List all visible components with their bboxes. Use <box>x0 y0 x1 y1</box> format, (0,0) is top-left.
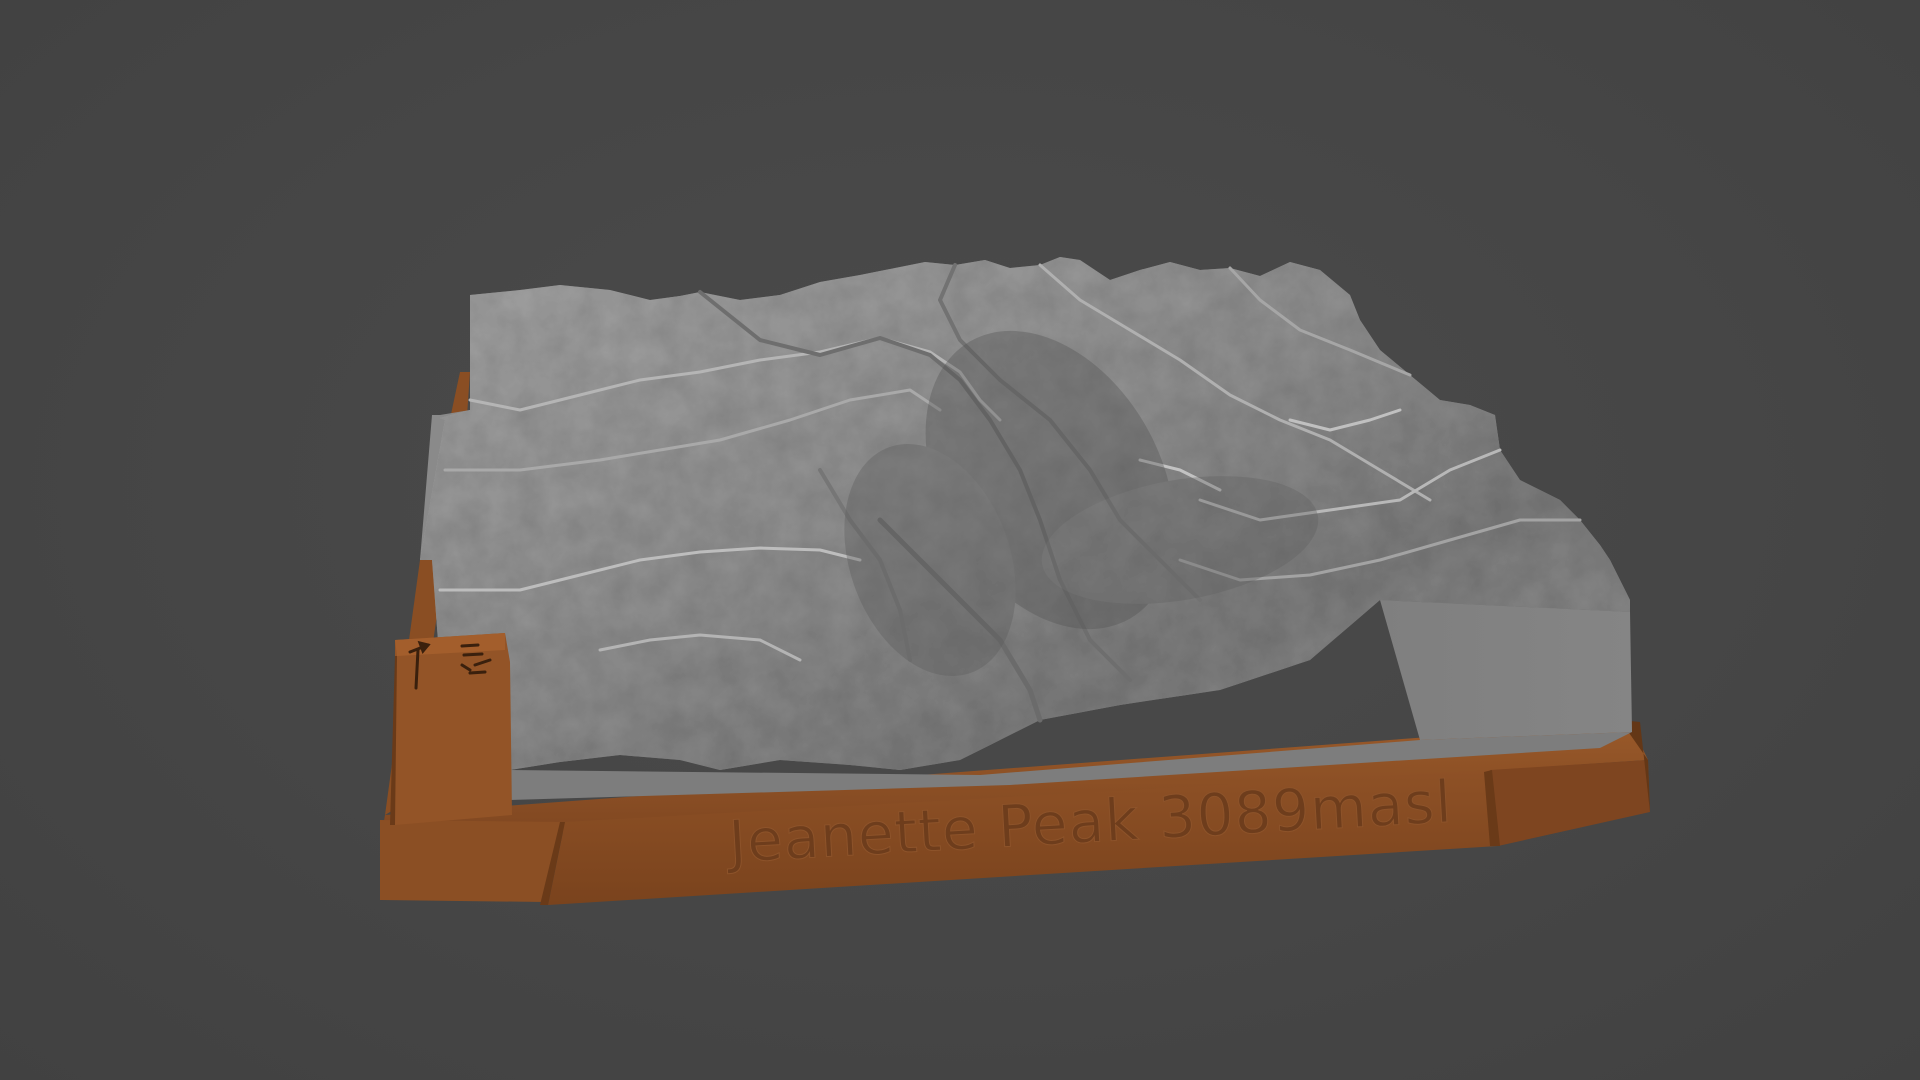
terrain-model-scene: Jeanette Peak 3089masl <box>380 257 1650 905</box>
3d-viewport[interactable]: Jeanette Peak 3089masl <box>0 0 1920 1080</box>
corner-marker-block <box>390 633 512 825</box>
terrain-right-wall <box>1380 600 1632 740</box>
base-front-face <box>380 820 565 902</box>
base-front-right <box>1490 760 1650 846</box>
terrain-block <box>420 257 1632 800</box>
